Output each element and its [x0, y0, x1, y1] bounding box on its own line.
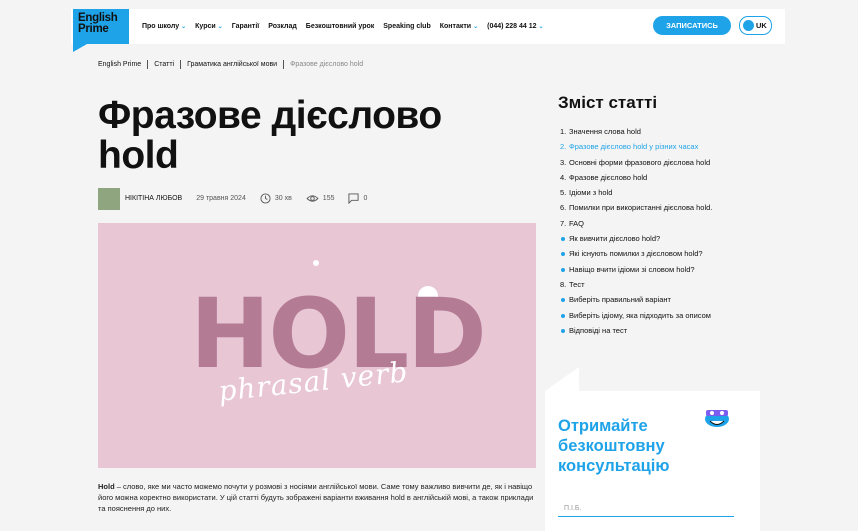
toc-item-label: Які існують помилки з дієсловом hold? — [569, 249, 703, 259]
toc-item-label: Значення слова hold — [569, 127, 641, 136]
main-nav: Про школу ⌄ Курси ⌄ Гарантії Розклад Безко… — [142, 9, 553, 44]
toc-item-number: 2. — [560, 142, 567, 152]
nav-item-schedule[interactable]: Розклад — [268, 23, 297, 30]
bullet-icon — [560, 325, 569, 340]
chevron-down-icon: ⌄ — [181, 24, 187, 30]
toc-item-number: 7. — [560, 218, 567, 228]
nav-item-free-lesson[interactable]: Безкоштовний урок — [306, 23, 374, 30]
bullet-icon — [560, 310, 569, 325]
nav-item-phone[interactable]: (044) 228 44 12 ⌄ — [487, 23, 543, 30]
comments-count[interactable]: 0 — [348, 193, 367, 204]
toc-item-label: Фразове дієслово hold — [569, 172, 648, 182]
article-meta: НІКІТІНА ЛЮБОВ 29 травня 2024 30 хв 155 … — [98, 187, 381, 210]
breadcrumb-item-articles[interactable]: Статті — [154, 61, 174, 68]
avatar — [98, 187, 120, 210]
logo-line-2: Prime — [78, 23, 109, 35]
toc-item[interactable]: Відповіді на тест — [560, 325, 712, 340]
toc-item-label: Як вивчити дієслово hold? — [569, 234, 661, 244]
table-of-contents: 1. Значення слова hold 2. Фразове дієслово … — [560, 126, 712, 340]
toc-item-label: Фразове дієслово hold у різних часах — [569, 142, 699, 152]
read-time-value: 30 хв — [274, 195, 292, 202]
comments-value: 0 — [363, 195, 368, 202]
toc-item-label: Виберіть ідіому, яка підходить за описом — [569, 310, 711, 320]
toc-item[interactable]: 5. Ідіоми з hold — [560, 187, 712, 202]
toc-item-label: Основні форми фразового дієслова hold — [569, 157, 711, 167]
intro-text: – слово, яке ми часто можемо почути у ро… — [98, 482, 534, 513]
nav-item-contacts[interactable]: Контакти ⌄ — [440, 23, 478, 30]
toc-item-label: Ідіоми з hold — [569, 188, 613, 198]
smiley-icon — [705, 410, 729, 427]
toc-item-number: 8. — [560, 279, 567, 289]
language-label: UK — [756, 21, 767, 30]
views-count: 155 — [306, 194, 335, 203]
toc-item-label: FAQ — [569, 218, 585, 228]
bullet-icon — [560, 233, 569, 248]
breadcrumb-item-home[interactable]: English Prime — [98, 61, 141, 68]
comment-icon — [348, 193, 360, 204]
toc-item[interactable]: Виберіть правильний варіант — [560, 294, 712, 309]
signup-button[interactable]: ЗАПИСАТИСЬ — [653, 16, 731, 35]
toc-item-label: Помилки при використанні дієслова hold. — [569, 203, 713, 213]
toc-item-number: 5. — [560, 188, 567, 198]
nav-item-speaking-club[interactable]: Speaking club — [383, 23, 430, 30]
name-field[interactable]: П.І.Б. — [558, 501, 734, 517]
form-title: Отримайте безкоштовну консультацію — [558, 417, 670, 475]
breadcrumb-separator — [180, 60, 182, 69]
toc-item-number: 4. — [560, 172, 567, 182]
toc-item-number: 1. — [560, 127, 567, 136]
clock-icon — [260, 193, 271, 204]
toc-item[interactable]: Які існують помилки з дієсловом hold? — [560, 248, 712, 263]
breadcrumb-separator — [147, 60, 149, 69]
toc-item-label: Відповіді на тест — [569, 325, 628, 335]
read-time: 30 хв — [260, 193, 292, 204]
nav-item-guarantees[interactable]: Гарантії — [232, 23, 260, 30]
page-title: Фразове дієслово hold — [98, 94, 442, 177]
form-tab-decor — [545, 367, 579, 391]
toc-item[interactable]: 4. Фразове дієслово hold — [560, 172, 712, 187]
toc-item[interactable]: Як вивчити дієслово hold? — [560, 233, 712, 248]
globe-icon — [743, 20, 754, 31]
bullet-icon — [560, 294, 569, 309]
publish-date: 29 травня 2024 — [196, 195, 246, 202]
breadcrumb-item-grammar[interactable]: Граматика англійської мови — [187, 61, 277, 68]
chevron-down-icon: ⌄ — [473, 24, 479, 30]
chevron-down-icon: ⌄ — [217, 24, 223, 30]
breadcrumb-separator — [283, 60, 285, 69]
logo[interactable]: English Prime — [73, 9, 129, 52]
toc-title: Зміст статті — [558, 93, 658, 112]
hero-image: HOLD phrasal verb — [98, 223, 536, 468]
breadcrumb-item-current: Фразове дієслово hold — [290, 61, 364, 68]
author-name[interactable]: НІКІТІНА ЛЮБОВ — [125, 195, 182, 202]
toc-item-label: Тест — [569, 279, 585, 289]
views-value: 155 — [322, 195, 335, 202]
toc-item[interactable]: 6. Помилки при використанні дієслова hold… — [560, 202, 712, 217]
toc-item[interactable]: 2. Фразове дієслово hold у різних часах — [560, 141, 712, 156]
decor-dot — [313, 260, 319, 266]
toc-item[interactable]: 8. Тест — [560, 279, 712, 294]
chevron-down-icon: ⌄ — [538, 24, 544, 30]
toc-item-number: 3. — [560, 157, 567, 167]
nav-item-courses[interactable]: Курси ⌄ — [195, 23, 223, 30]
bullet-icon — [560, 248, 569, 263]
consultation-form: Отримайте безкоштовну консультацію П.І.Б. — [545, 367, 760, 531]
eye-icon — [306, 195, 319, 202]
toc-item[interactable]: 1. Значення слова hold — [560, 126, 712, 141]
toc-item[interactable]: 3. Основні форми фразового дієслова hold — [560, 157, 712, 172]
toc-item[interactable]: Навіщо вчити ідіоми зі словом hold? — [560, 264, 712, 279]
toc-item-label: Навіщо вчити ідіоми зі словом hold? — [569, 264, 695, 274]
bullet-icon — [560, 264, 569, 279]
language-switcher[interactable]: UK — [739, 16, 772, 35]
nav-item-about[interactable]: Про школу ⌄ — [142, 23, 186, 30]
article-intro: Hold – слово, яке ми часто можемо почути… — [98, 481, 538, 514]
toc-item[interactable]: Виберіть ідіому, яка підходить за описом — [560, 310, 712, 325]
intro-bold: Hold — [98, 482, 115, 491]
toc-item[interactable]: 7. FAQ — [560, 218, 712, 233]
toc-item-label: Виберіть правильний варіант — [569, 295, 671, 305]
breadcrumb: English Prime Статті Граматика англійськ… — [98, 60, 363, 69]
site-header: English Prime Про школу ⌄ Курси ⌄ Гарантії… — [71, 9, 785, 52]
toc-item-number: 6. — [560, 203, 567, 213]
